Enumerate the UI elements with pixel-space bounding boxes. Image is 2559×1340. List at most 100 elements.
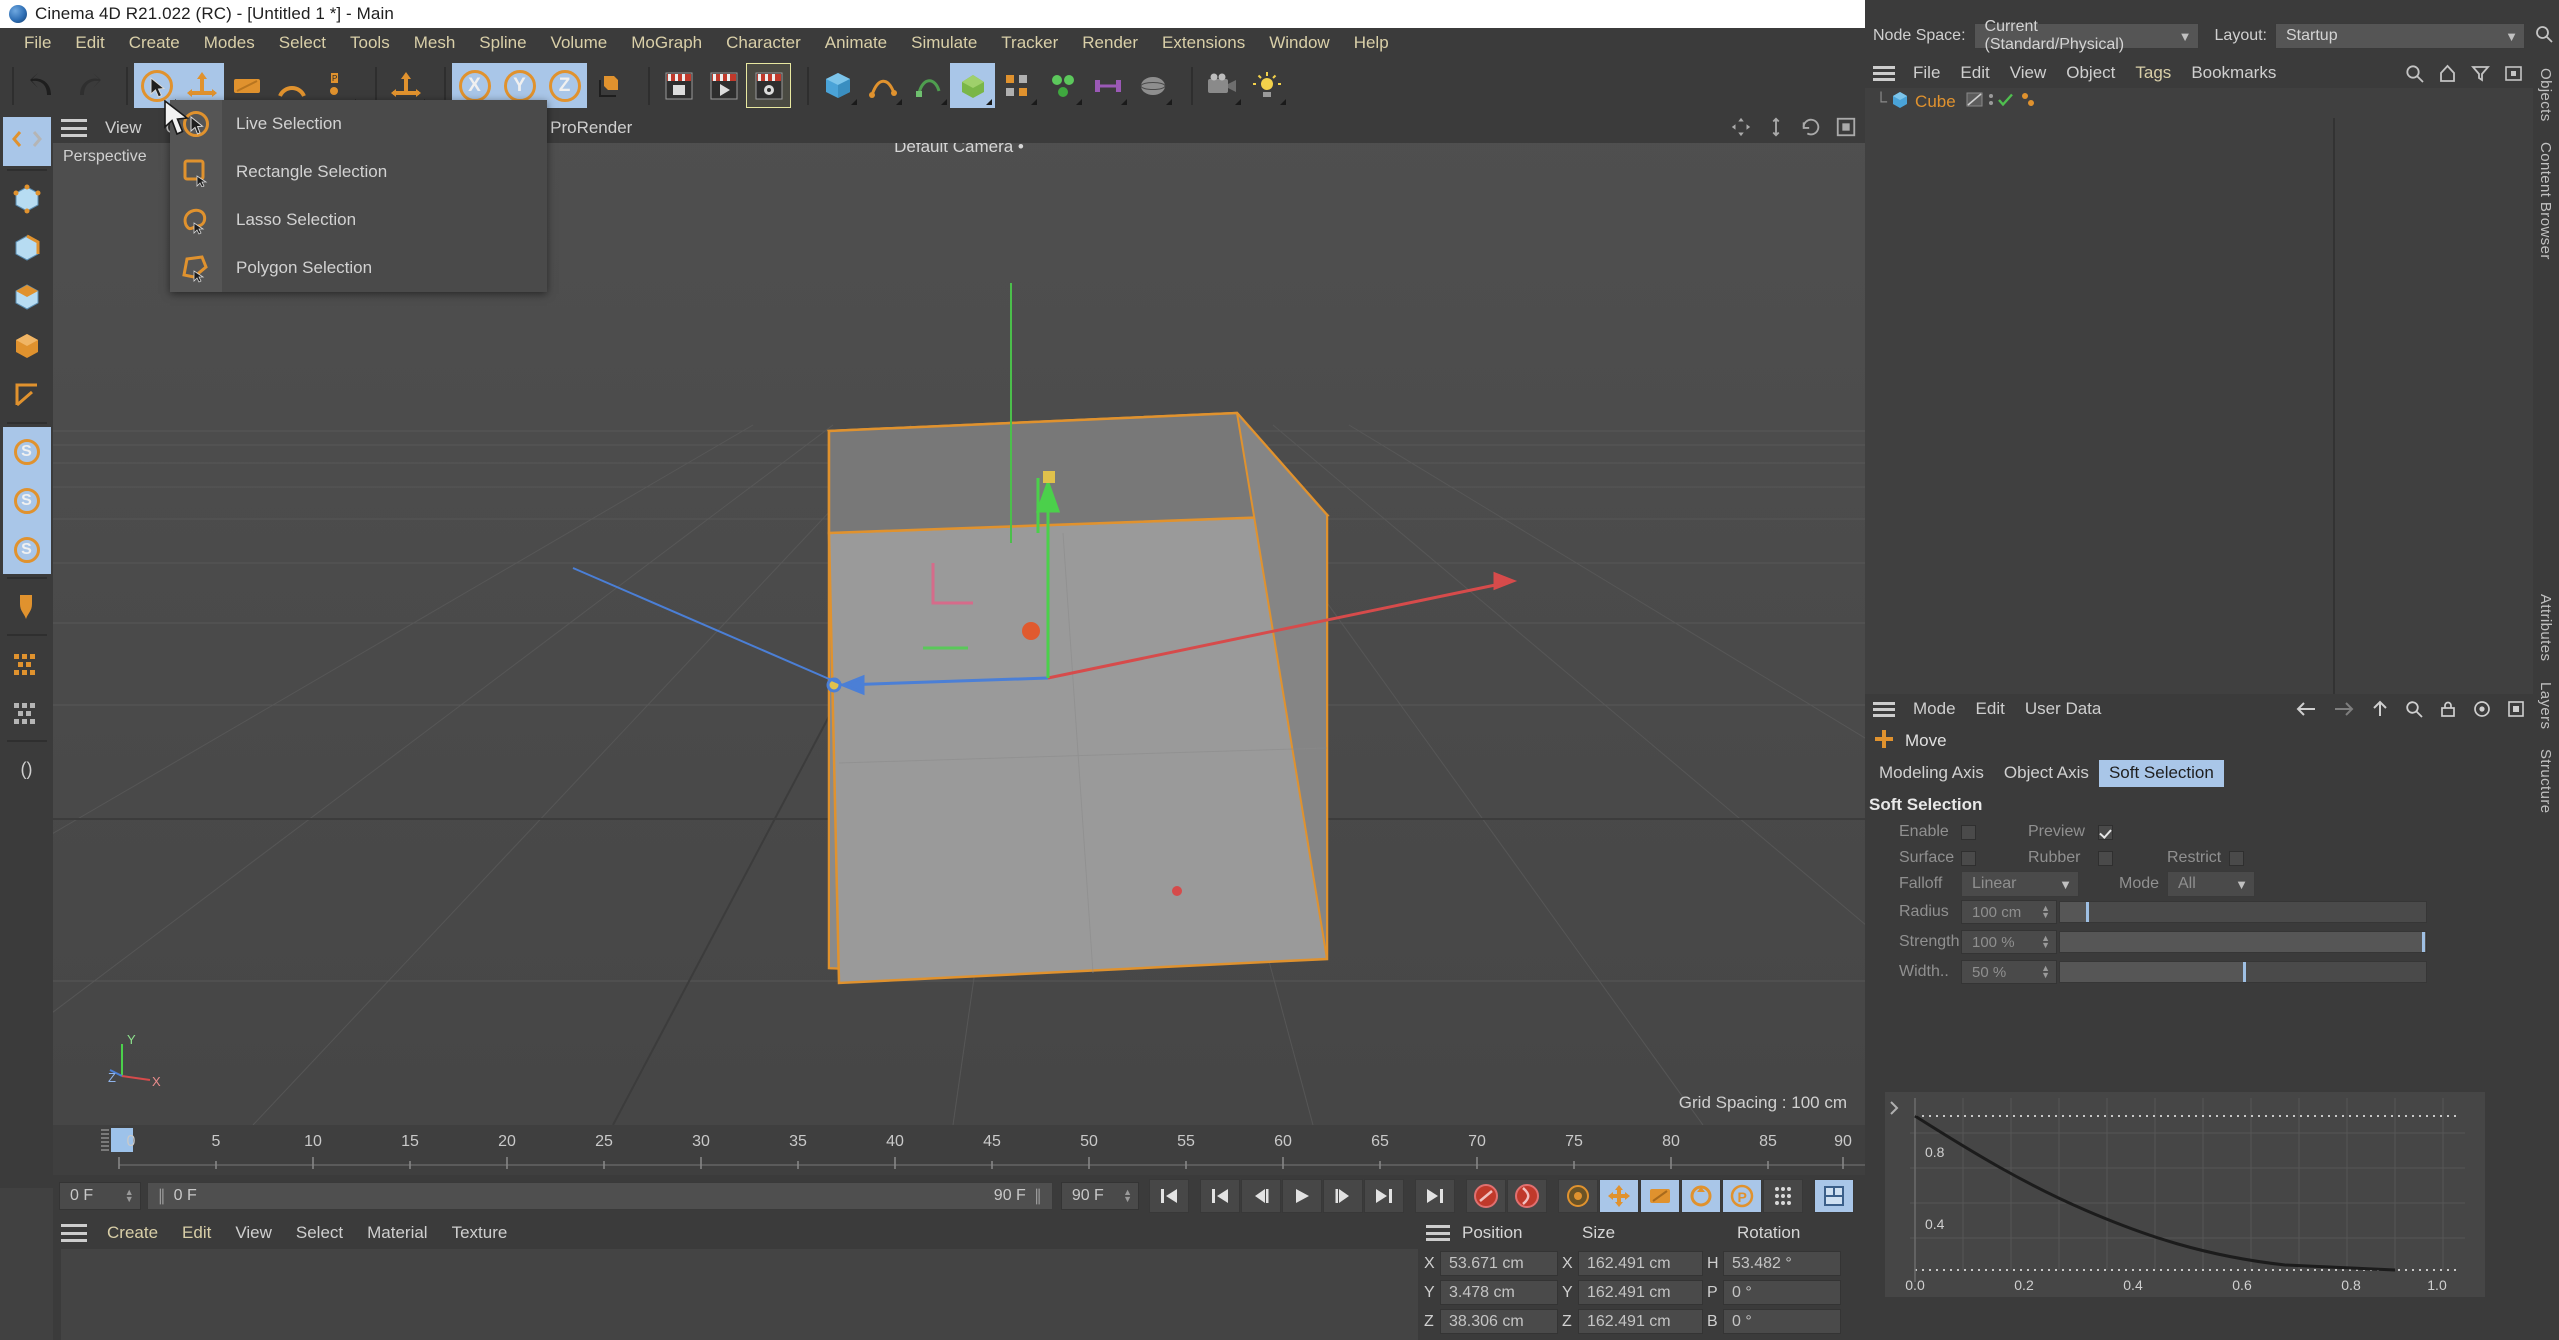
menu-select[interactable]: Select (267, 28, 338, 58)
home-icon[interactable] (2438, 64, 2457, 83)
falloff-combo[interactable]: Linear ▼ (1961, 871, 2079, 897)
enable-checkbox[interactable] (1961, 825, 1976, 840)
strength-slider[interactable] (2059, 931, 2427, 953)
back-arrow-icon[interactable] (2295, 700, 2317, 718)
left-tool-axis-mode[interactable]: S (3, 525, 51, 574)
left-tool-viewport-solo-single[interactable] (3, 639, 51, 688)
world-object-coordinates-button[interactable] (587, 63, 632, 108)
strength-slider-knob[interactable] (2422, 932, 2425, 952)
menu-file[interactable]: File (12, 28, 63, 58)
width-field[interactable]: 50 % ▲▼ (1961, 960, 2057, 984)
environment-button[interactable] (1130, 63, 1175, 108)
pan-icon[interactable] (1730, 116, 1752, 138)
menu-mesh[interactable]: Mesh (402, 28, 468, 58)
coord-pos-z-field[interactable]: 38.306 cm (1440, 1309, 1558, 1334)
undo-button[interactable] (20, 63, 65, 108)
object-row-cube[interactable]: └ Cube (1865, 88, 2533, 116)
keyframe-selection-button[interactable] (1558, 1179, 1598, 1213)
menu-volume[interactable]: Volume (539, 28, 620, 58)
up-arrow-icon[interactable] (2371, 700, 2389, 718)
timeline-ruler[interactable]: 0 5 10 15 20 25 30 35 40 45 50 55 60 65 … (53, 1125, 1865, 1175)
viewport-hamburger-icon[interactable] (61, 119, 87, 137)
menu-animate[interactable]: Animate (813, 28, 899, 58)
live-selection-icon[interactable] (170, 100, 222, 148)
left-tool-texture-axis-mode[interactable]: S (3, 427, 51, 476)
light-button[interactable] (1244, 63, 1289, 108)
animation-layout-button[interactable] (1814, 1179, 1854, 1213)
restrict-checkbox[interactable] (2229, 851, 2244, 866)
search-icon[interactable] (2405, 700, 2423, 718)
tab-modeling-axis[interactable]: Modeling Axis (1869, 760, 1994, 787)
rotate-view-icon[interactable] (1800, 116, 1822, 138)
left-tool-point-mode[interactable] (3, 174, 51, 223)
camera-button[interactable] (1199, 63, 1244, 108)
left-tool-enable-snap[interactable] (3, 582, 51, 631)
end-frame-field[interactable]: 90 F ▲▼ (1061, 1182, 1139, 1210)
go-to-start-button[interactable] (1149, 1179, 1189, 1213)
material-menu-create[interactable]: Create (95, 1217, 170, 1249)
menu-modes[interactable]: Modes (192, 28, 267, 58)
attributes-menu-user-data[interactable]: User Data (2015, 694, 2112, 724)
surface-checkbox[interactable] (1961, 851, 1976, 866)
record-active-objects-button[interactable] (1466, 1179, 1506, 1213)
left-tool-model-mode[interactable] (3, 321, 51, 370)
menu-spline[interactable]: Spline (467, 28, 538, 58)
nurbs-generator-button[interactable] (905, 63, 950, 108)
left-tool-polygon-mode[interactable] (3, 272, 51, 321)
scale-key-button[interactable] (1640, 1179, 1680, 1213)
attributes-menu-mode[interactable]: Mode (1903, 694, 1966, 724)
zoom-icon[interactable] (1765, 116, 1787, 138)
coord-size-z-field[interactable]: 162.491 cm (1578, 1309, 1703, 1334)
lock-icon[interactable] (2439, 700, 2457, 718)
green-check-tag-icon[interactable] (1997, 91, 2014, 113)
width-slider[interactable] (2059, 961, 2427, 983)
next-keyframe-button[interactable] (1364, 1179, 1404, 1213)
lock-z-axis-button[interactable]: Z (542, 63, 587, 108)
menu-character[interactable]: Character (714, 28, 813, 58)
coord-pos-y-field[interactable]: 3.478 cm (1440, 1280, 1558, 1305)
array-generator-button[interactable] (995, 63, 1040, 108)
current-frame-spinner[interactable]: ▲▼ (125, 1189, 134, 1203)
visibility-dots-icon[interactable] (1987, 91, 1995, 113)
width-spinner[interactable]: ▲▼ (2041, 965, 2050, 979)
go-to-end-button[interactable] (1415, 1179, 1455, 1213)
coord-rot-b-field[interactable]: 0 ° (1723, 1309, 1841, 1334)
menu-create[interactable]: Create (117, 28, 192, 58)
point-tag-icon[interactable] (2020, 91, 2037, 113)
flyout-item-rectangle-selection[interactable]: Rectangle Selection (222, 148, 547, 196)
end-frame-spinner[interactable]: ▲▼ (1123, 1189, 1132, 1203)
tab-object-axis[interactable]: Object Axis (1994, 760, 2099, 787)
menu-tracker[interactable]: Tracker (989, 28, 1070, 58)
side-tab-objects[interactable]: Objects (2533, 58, 2558, 132)
redo-button[interactable] (65, 63, 110, 108)
material-menu-view[interactable]: View (223, 1217, 284, 1249)
coordinates-hamburger-icon[interactable] (1426, 1225, 1450, 1241)
object-menu-tags[interactable]: Tags (2125, 58, 2181, 88)
object-manager-column-divider[interactable] (2333, 118, 2335, 694)
mode-combo[interactable]: All ▼ (2167, 871, 2255, 897)
width-slider-knob[interactable] (2243, 962, 2246, 982)
side-tab-structure[interactable]: Structure (2533, 739, 2558, 823)
viewport-menu-prorender[interactable]: ProRender (538, 113, 644, 143)
side-tab-content-browser[interactable]: Content Browser (2533, 132, 2558, 270)
render-view-button[interactable] (656, 63, 701, 108)
object-menu-file[interactable]: File (1903, 58, 1950, 88)
flyout-item-lasso-selection[interactable]: Lasso Selection (222, 196, 547, 244)
object-menu-bookmarks[interactable]: Bookmarks (2181, 58, 2286, 88)
object-menu-object[interactable]: Object (2056, 58, 2125, 88)
attributes-hamburger-icon[interactable] (1873, 702, 1895, 717)
play-button[interactable] (1282, 1179, 1322, 1213)
rubber-checkbox[interactable] (2098, 851, 2113, 866)
menu-extensions[interactable]: Extensions (1150, 28, 1257, 58)
lasso-selection-icon[interactable] (170, 196, 222, 244)
flyout-item-live-selection[interactable]: Live Selection (222, 100, 547, 148)
left-tool-workplane-mode[interactable]: S (3, 476, 51, 525)
coord-size-y-field[interactable]: 162.491 cm (1578, 1280, 1703, 1305)
left-tool-script-mode[interactable]: () (3, 745, 51, 794)
attributes-menu-edit[interactable]: Edit (1966, 694, 2015, 724)
forward-arrow-icon[interactable] (2333, 700, 2355, 718)
maximize-viewport-icon[interactable] (1835, 116, 1857, 138)
display-tag-icon[interactable] (1966, 91, 1983, 113)
left-tool-undo-redo[interactable] (3, 117, 51, 166)
coord-pos-x-field[interactable]: 53.671 cm (1440, 1251, 1558, 1276)
